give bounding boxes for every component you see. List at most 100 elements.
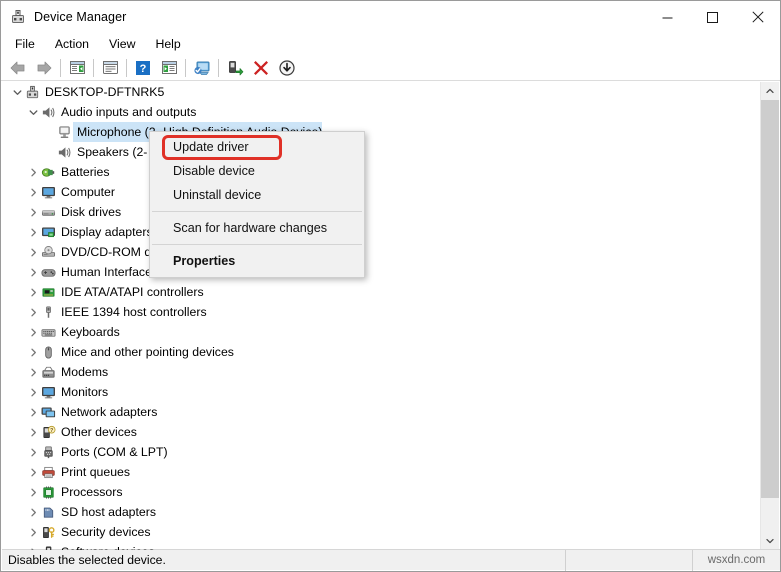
tree-item-batteries[interactable]: Batteries	[2, 162, 762, 182]
context-menu-item-scan-for-hardware-changes[interactable]: Scan for hardware changes	[150, 216, 364, 240]
uninstall-device-icon[interactable]	[248, 56, 274, 80]
tree-item-print-queues[interactable]: Print queues	[2, 462, 762, 482]
show-hide-console-tree-icon[interactable]	[64, 56, 90, 80]
context-menu-separator	[152, 211, 362, 212]
tree-item-disk-drives[interactable]: Disk drives	[2, 202, 762, 222]
show-hide-action-pane-icon[interactable]	[156, 56, 182, 80]
ieee1394-icon	[40, 302, 57, 322]
scrollbar-thumb[interactable]	[761, 100, 779, 498]
software-device-icon	[40, 542, 57, 550]
minimize-icon[interactable]	[645, 1, 690, 33]
security-device-icon	[40, 522, 57, 542]
toolbar: ?	[1, 55, 780, 81]
vertical-scrollbar[interactable]	[760, 82, 779, 550]
tree-item-sd-host-adapters[interactable]: SD host adapters	[2, 502, 762, 522]
toolbar-separator	[126, 58, 127, 77]
chevron-right-icon[interactable]	[26, 402, 40, 422]
chevron-right-icon[interactable]	[26, 282, 40, 302]
chevron-right-icon[interactable]	[26, 182, 40, 202]
menu-bar: File Action View Help	[1, 33, 780, 55]
tree-item-other-devices[interactable]: ? Other devices	[2, 422, 762, 442]
tree-item-security-devices[interactable]: Security devices	[2, 522, 762, 542]
tree-item-label: Display adapters	[61, 225, 153, 239]
chevron-right-icon[interactable]	[26, 362, 40, 382]
chevron-right-icon[interactable]	[26, 422, 40, 442]
help-icon[interactable]: ?	[130, 56, 156, 80]
chevron-down-icon[interactable]	[10, 82, 24, 102]
chevron-right-icon[interactable]	[26, 502, 40, 522]
tree-item-audio-inputs-and-outputs[interactable]: Audio inputs and outputs	[2, 102, 762, 122]
context-menu[interactable]: Update driver Disable device Uninstall d…	[149, 131, 365, 278]
chevron-right-icon[interactable]	[26, 542, 40, 550]
context-menu-item-properties[interactable]: Properties	[150, 249, 364, 273]
disk-drive-icon	[40, 202, 57, 222]
title-bar: Device Manager	[1, 1, 780, 33]
sd-card-icon	[40, 502, 57, 522]
chevron-right-icon[interactable]	[26, 522, 40, 542]
tree-item-monitors[interactable]: Monitors	[2, 382, 762, 402]
chevron-right-icon[interactable]	[26, 342, 40, 362]
tree-item-processors[interactable]: Processors	[2, 482, 762, 502]
speaker-icon	[56, 142, 73, 162]
context-menu-item-disable-device[interactable]: Disable device	[150, 159, 364, 183]
tree-item-display-adapters[interactable]: Display adapters	[2, 222, 762, 242]
tree-item-label: Computer	[61, 185, 115, 199]
monitor-icon	[40, 382, 57, 402]
toolbar-separator	[93, 58, 94, 77]
chevron-right-icon[interactable]	[26, 442, 40, 462]
tree-item-modems[interactable]: Modems	[2, 362, 762, 382]
tree-item-computer[interactable]: Computer	[2, 182, 762, 202]
chevron-right-icon[interactable]	[26, 242, 40, 262]
maximize-icon[interactable]	[690, 1, 735, 33]
chevron-right-icon[interactable]	[26, 462, 40, 482]
close-icon[interactable]	[735, 1, 780, 33]
tree-root-row[interactable]: DESKTOP-DFTNRK5	[2, 82, 762, 102]
tree-item-ports-com-lpt[interactable]: Ports (COM & LPT)	[2, 442, 762, 462]
scroll-down-icon[interactable]	[761, 532, 779, 550]
tree-item-microphone-2-high-definition-audio-device[interactable]: Microphone (2- High Definition Audio Dev…	[2, 122, 762, 142]
chevron-right-icon[interactable]	[26, 382, 40, 402]
tree-item-human-interface-devices[interactable]: Human Interface Devices	[2, 262, 762, 282]
forward-icon[interactable]	[31, 56, 57, 80]
chevron-right-icon[interactable]	[26, 162, 40, 182]
properties-icon[interactable]	[97, 56, 123, 80]
menu-help[interactable]: Help	[145, 35, 190, 53]
tree-item-dvd-cd-rom-drives[interactable]: DVD/CD-ROM drives	[2, 242, 762, 262]
hid-icon	[40, 262, 57, 282]
update-driver-icon[interactable]	[222, 56, 248, 80]
context-menu-item-uninstall-device[interactable]: Uninstall device	[150, 183, 364, 207]
chevron-right-icon[interactable]	[26, 262, 40, 282]
device-manager-icon	[10, 9, 26, 25]
tree-item-network-adapters[interactable]: Network adapters	[2, 402, 762, 422]
tree-item-ieee-1394-host-controllers[interactable]: IEEE 1394 host controllers	[2, 302, 762, 322]
chevron-right-icon[interactable]	[26, 302, 40, 322]
tree-item-mice-and-other-pointing-devices[interactable]: Mice and other pointing devices	[2, 342, 762, 362]
keyboard-icon	[40, 322, 57, 342]
scan-for-hardware-changes-icon[interactable]	[189, 56, 215, 80]
network-adapter-icon	[40, 402, 57, 422]
tree-item-ide-ata-atapi-controllers[interactable]: IDE ATA/ATAPI controllers	[2, 282, 762, 302]
context-menu-item-update-driver[interactable]: Update driver	[150, 135, 364, 159]
monitor-icon	[40, 182, 57, 202]
device-tree[interactable]: DESKTOP-DFTNRK5 Audio inputs and outputs…	[2, 82, 762, 550]
back-icon[interactable]	[5, 56, 31, 80]
tree-item-label: Network adapters	[61, 405, 158, 419]
tree-item-keyboards[interactable]: Keyboards	[2, 322, 762, 342]
chevron-right-icon[interactable]	[26, 202, 40, 222]
disable-device-icon[interactable]	[274, 56, 300, 80]
chevron-right-icon[interactable]	[26, 222, 40, 242]
menu-action[interactable]: Action	[45, 35, 99, 53]
printer-icon	[40, 462, 57, 482]
chevron-right-icon[interactable]	[26, 322, 40, 342]
menu-file[interactable]: File	[5, 35, 45, 53]
menu-view[interactable]: View	[99, 35, 145, 53]
watermark-text: wsxdn.com	[707, 554, 766, 566]
tree-item-speakers-2-high-definition-audio-device[interactable]: Speakers (2- High Definition Audio Devic…	[2, 142, 762, 162]
tree-item-label: Batteries	[61, 165, 110, 179]
chevron-right-icon[interactable]	[26, 482, 40, 502]
other-device-icon: ?	[40, 422, 57, 442]
chevron-down-icon[interactable]	[26, 102, 40, 122]
tree-item-label: Ports (COM & LPT)	[61, 445, 168, 459]
scroll-up-icon[interactable]	[761, 82, 779, 100]
status-cell-watermark: wsxdn.com	[692, 549, 780, 571]
